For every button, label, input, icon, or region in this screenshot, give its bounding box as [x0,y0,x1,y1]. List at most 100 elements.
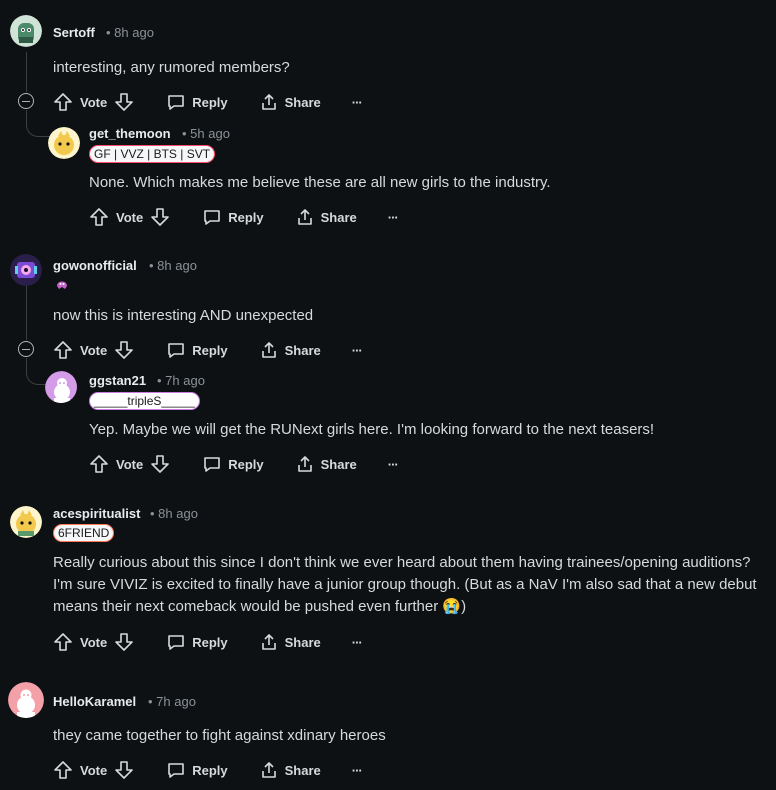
reply-label: Reply [192,762,228,778]
share-label: Share [284,634,321,650]
upvote-icon [90,208,108,226]
username[interactable]: get_themoon [89,126,171,141]
avatar[interactable] [45,371,77,403]
timestamp: • 8h ago [150,506,198,521]
upvote-icon [54,93,72,111]
share-icon [261,762,276,778]
upvote-button[interactable] [89,454,109,474]
vote-label: Vote [80,762,108,778]
share-label: Share [320,209,357,225]
share-button[interactable]: Share [259,760,321,780]
timestamp: • 7h ago [148,694,196,709]
time-text: 5h ago [190,126,230,141]
time-text: 7h ago [156,694,196,709]
upvote-icon [90,455,108,473]
reply-button[interactable]: Reply [166,632,228,652]
downvote-button[interactable] [150,207,170,227]
share-button[interactable]: Share [295,207,357,227]
username[interactable]: Sertoff [53,25,95,40]
timestamp: • 7h ago [157,373,205,388]
more-options-button[interactable]: ··· [388,457,399,472]
share-label: Share [320,456,357,472]
share-label: Share [284,342,321,358]
reply-button[interactable]: Reply [166,760,228,780]
reply-icon [204,457,221,472]
downvote-icon [115,341,134,359]
comment-actions: Vote Reply Share ··· [53,758,363,782]
reply-label: Reply [192,94,228,110]
timestamp: • 5h ago [182,126,230,141]
more-options-button[interactable]: ··· [352,95,363,110]
comment-text: they came together to fight against xdin… [53,727,386,744]
user-flair: _____tripleS_____ [89,392,200,410]
vote-label: Vote [80,94,108,110]
downvote-button[interactable] [114,92,134,112]
vote-label: Vote [116,456,144,472]
reply-label: Reply [228,209,264,225]
reply-label: Reply [192,634,228,650]
upvote-button[interactable] [53,760,73,780]
reply-icon [204,210,221,225]
reply-label: Reply [228,456,264,472]
time-text: 7h ago [165,373,205,388]
avatar[interactable] [10,506,42,538]
share-button[interactable]: Share [295,454,357,474]
upvote-button[interactable] [53,92,73,112]
downvote-icon [151,455,170,473]
comment-actions: Vote Reply Share ··· [53,338,363,362]
upvote-button[interactable] [53,632,73,652]
flair-emoji-icon [54,276,70,297]
downvote-button[interactable] [114,760,134,780]
thread-line [26,52,27,92]
comment-actions: Vote Reply Share ··· [89,205,399,229]
share-button[interactable]: Share [259,340,321,360]
share-icon [297,456,312,472]
share-icon [261,634,276,650]
username[interactable]: ggstan21 [89,373,146,388]
username[interactable]: HelloKaramel [53,694,136,709]
time-text: 8h ago [158,506,198,521]
upvote-button[interactable] [53,340,73,360]
avatar[interactable] [48,127,80,159]
vote-label: Vote [80,634,108,650]
avatar[interactable] [10,15,42,47]
more-options-button[interactable]: ··· [388,210,399,225]
comment-actions: Vote Reply Share ··· [53,630,363,654]
reply-icon [168,343,185,358]
reply-icon [168,635,185,650]
reply-icon [168,95,185,110]
comment-text: Really curious about this since I don't … [53,554,757,615]
downvote-button[interactable] [114,632,134,652]
reply-button[interactable]: Reply [166,340,228,360]
share-button[interactable]: Share [259,632,321,652]
more-options-button[interactable]: ··· [352,343,363,358]
collapse-thread-button[interactable] [18,341,34,357]
username[interactable]: acespiritualist [53,506,140,521]
share-icon [297,209,312,225]
share-button[interactable]: Share [259,92,321,112]
collapse-thread-button[interactable] [18,93,34,109]
upvote-button[interactable] [89,207,109,227]
reply-button[interactable]: Reply [166,92,228,112]
upvote-icon [54,761,72,779]
time-text: 8h ago [114,25,154,40]
downvote-button[interactable] [150,454,170,474]
downvote-icon [115,761,134,779]
reply-button[interactable]: Reply [202,454,264,474]
timestamp: • 8h ago [106,25,154,40]
avatar[interactable] [8,682,44,718]
timestamp: • 8h ago [149,258,197,273]
downvote-button[interactable] [114,340,134,360]
user-flair: 6FRIEND [53,524,115,542]
thread-line [26,285,27,340]
more-options-button[interactable]: ··· [352,635,363,650]
comment-actions: Vote Reply Share ··· [89,452,399,476]
avatar[interactable] [10,254,42,286]
reply-icon [168,763,185,778]
reply-label: Reply [192,342,228,358]
time-text: 8h ago [157,258,197,273]
reply-button[interactable]: Reply [202,207,264,227]
more-options-button[interactable]: ··· [352,763,363,778]
comment-text: None. Which makes me believe these are a… [89,174,551,191]
username[interactable]: gowonofficial [53,258,137,273]
